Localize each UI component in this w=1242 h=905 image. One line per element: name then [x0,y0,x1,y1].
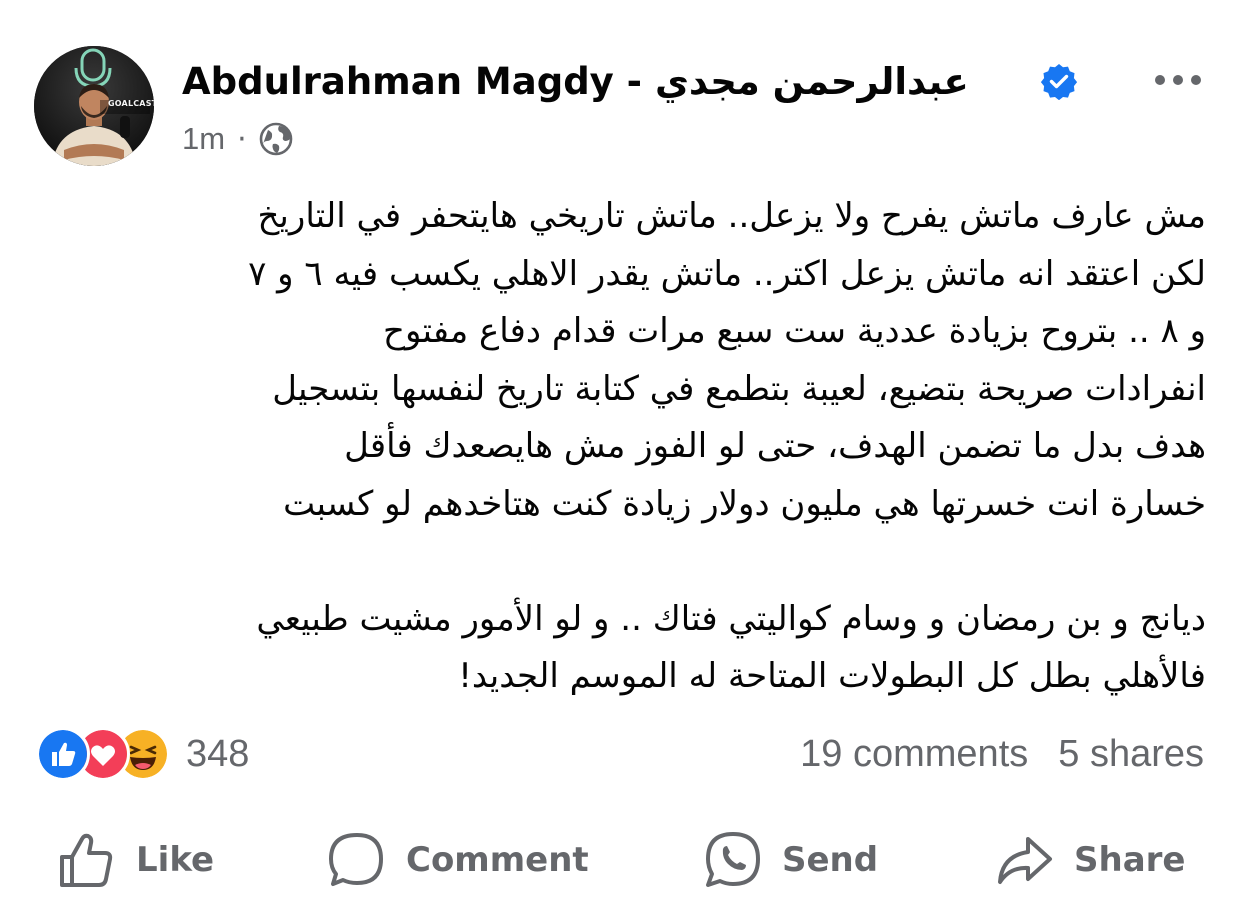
post-text-line: مش عارف ماتش يفرح ولا يزعل.. ماتش تاريخي… [257,196,1206,236]
post-text-line: ديانج و بن رمضان و وسام كواليتي فتاك .. … [256,598,1206,639]
facebook-post: GOALCAST Abdulrahman Magdy - عبدالرحمن م… [0,0,1242,905]
share-label: Share [1074,840,1186,880]
like-reaction-icon [36,727,90,781]
post-timestamp[interactable]: 1m [182,121,225,157]
post-header: GOALCAST Abdulrahman Magdy - عبدالرحمن م… [34,42,1214,172]
thumbs-up-icon [60,833,113,887]
comment-bubble-icon [329,833,383,886]
post-body: مش عارف ماتش يفرح ولا يزعل.. ماتش تاريخي… [34,188,1206,706]
send-label: Send [782,840,879,880]
author-avatar[interactable]: GOALCAST [34,46,154,166]
verified-badge-icon [1040,64,1078,100]
post-text-line: انفرادات صريحة بتضيع، لعيبة بتطمع في كتا… [272,368,1206,409]
reaction-count[interactable]: 348 [186,733,249,776]
post-text-line: هدف بدل ما تضمن الهدف، حتى لو الفوز مش ه… [344,426,1206,466]
post-text-line: و ٨ .. بتروح بزيادة عددية ست سبع مرات قد… [383,311,1206,351]
post-action-bar: Like Comment Send Share [0,818,1242,902]
post-meta: 1m · [182,116,293,162]
avatar-badge-text: GOALCAST [108,99,154,108]
post-text-line: خسارة انت خسرتها هي مليون دولار زيادة كن… [283,483,1206,524]
whatsapp-icon [706,832,760,887]
more-options-button[interactable] [1148,60,1208,100]
share-arrow-icon [998,837,1052,884]
post-text-line: فالأهلي بطل كل البطولات المتاحة له الموس… [458,656,1206,696]
shares-count[interactable]: 5 shares [1058,733,1204,776]
reactions-summary[interactable]: 348 [36,726,249,782]
globe-icon[interactable] [259,122,293,156]
like-button[interactable]: Like [56,818,214,902]
more-horizontal-icon [1155,75,1201,85]
send-button[interactable]: Send [702,818,878,902]
comment-label: Comment [406,840,589,880]
comment-button[interactable]: Comment [326,818,589,902]
engagement-counts: 19 comments 5 shares [800,726,1204,782]
comments-count[interactable]: 19 comments [800,733,1028,776]
author-name[interactable]: Abdulrahman Magdy - عبدالرحمن مجدي [182,54,969,110]
share-button[interactable]: Share [994,818,1185,902]
meta-separator: · [237,121,247,157]
post-text-line: لكن اعتقد انه ماتش يزعل اكتر.. ماتش يقدر… [248,253,1206,294]
like-label: Like [136,840,215,880]
